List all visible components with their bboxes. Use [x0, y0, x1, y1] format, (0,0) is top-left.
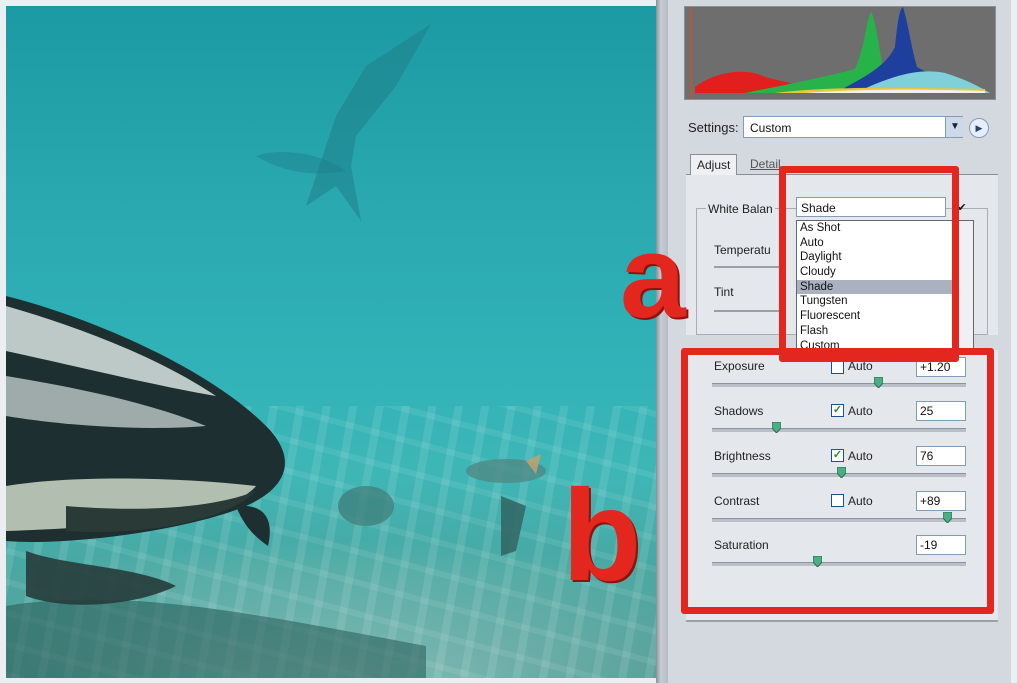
- callout-letter-b: b: [562, 462, 642, 608]
- callout-letter-a: a: [620, 211, 686, 343]
- chevron-down-icon[interactable]: ▼: [945, 117, 964, 137]
- settings-select[interactable]: Custom: [743, 116, 963, 138]
- settings-label: Settings:: [688, 120, 739, 135]
- tint-slider[interactable]: [714, 310, 784, 312]
- photo-preview: [6, 6, 656, 678]
- tab-adjust[interactable]: Adjust: [690, 154, 738, 175]
- white-balance-label: White Balan: [706, 202, 775, 216]
- callout-box-a: [779, 166, 959, 362]
- underwater-scene: [6, 24, 546, 678]
- panel-bottom-divider: [686, 620, 998, 622]
- circle-arrow-icon[interactable]: ▶: [969, 118, 989, 138]
- tint-label: Tint: [714, 285, 734, 299]
- callout-box-b: [681, 348, 994, 614]
- temperature-slider[interactable]: [714, 266, 784, 268]
- histogram: [684, 6, 996, 100]
- options-scrollbar[interactable]: [958, 221, 973, 349]
- temperature-label: Temperatu: [714, 243, 771, 257]
